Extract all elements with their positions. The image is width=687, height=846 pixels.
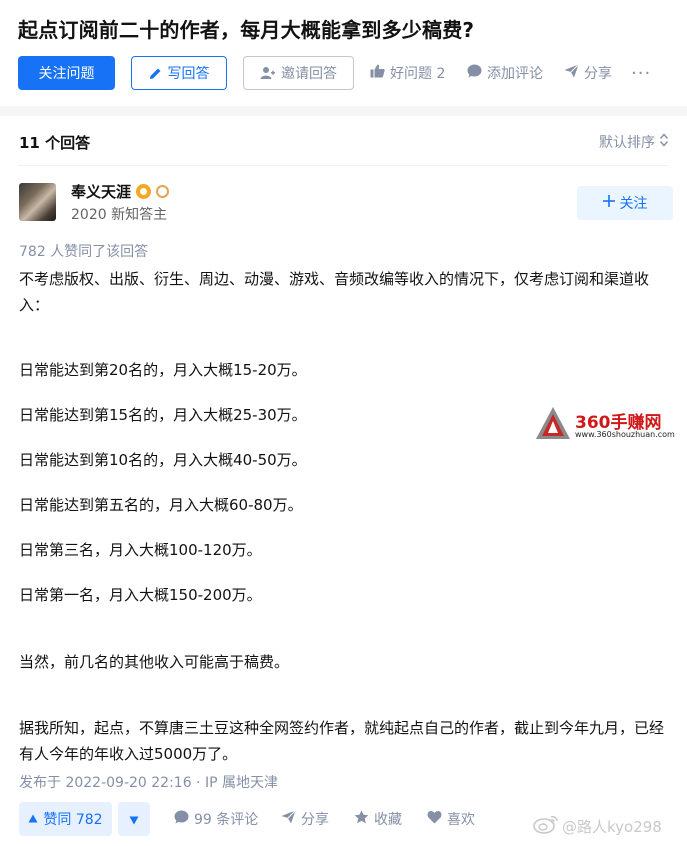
answer-card: 11 个回答 默认排序 奉义天涯 2020 新知答主 关注 782 人赞同了该回… [0, 116, 687, 846]
answer-paragraph: 日常能达到第五名的，月入大概60-80万。 [19, 496, 303, 514]
publish-time: 发布于 2022-09-20 22:16 · IP 属地天津 [19, 775, 278, 791]
invite-user-icon [260, 66, 275, 80]
good-question-button[interactable]: 好问题 2 [370, 56, 445, 90]
watermark-url: www.360shouzhuan.com [575, 430, 675, 439]
invite-answer-label: 邀请回答 [281, 66, 337, 82]
follow-question-button[interactable]: 关注问题 [18, 56, 115, 90]
favorite-label: 收藏 [374, 812, 402, 828]
write-answer-label: 写回答 [167, 66, 210, 82]
answer-paragraph: 据我所知，起点，不算唐三土豆这种全网签约作者，就纯起点自己的作者，截止到今年九月… [19, 719, 665, 763]
add-comment-label: 添加评论 [487, 66, 543, 82]
ring-badge-icon [156, 185, 170, 198]
vote-down-button[interactable] [118, 802, 150, 836]
answer-paragraph: 日常第一名，月入大概150-200万。 [19, 586, 262, 604]
weibo-watermark: @路人kyo298 [533, 814, 662, 838]
divider [18, 165, 669, 166]
comment-bubble-icon [467, 64, 482, 82]
heart-icon [427, 810, 442, 828]
author-tag: 2020 新知答主 [71, 207, 168, 223]
answer-paragraph: 日常第三名，月入大概100-120万。 [19, 541, 262, 559]
more-menu-button[interactable]: ··· [631, 56, 651, 90]
triangle-down-icon [129, 810, 139, 829]
avatar[interactable] [19, 183, 56, 221]
share-answer-button[interactable]: 分享 [281, 802, 329, 836]
author-name[interactable]: 奉义天涯 [71, 181, 131, 202]
comment-bubble-icon [174, 810, 189, 828]
star-icon [354, 810, 369, 828]
weibo-icon [533, 814, 559, 838]
plus-icon [602, 195, 615, 211]
invite-answer-button[interactable]: 邀请回答 [243, 56, 354, 90]
answer-paragraph: 日常能达到第20名的，月入大概15-20万。 [19, 361, 307, 379]
answer-count: 11 个回答 [19, 134, 91, 152]
comments-button[interactable]: 99 条评论 [174, 802, 258, 836]
thumb-up-icon [370, 64, 385, 82]
follow-question-label: 关注问题 [38, 66, 95, 82]
sort-arrows-icon [659, 133, 669, 151]
share-answer-label: 分享 [301, 812, 329, 828]
sort-dropdown[interactable]: 默认排序 [599, 132, 669, 152]
favorite-button[interactable]: 收藏 [354, 802, 402, 836]
gold-badge-icon [136, 184, 152, 199]
comments-label: 99 条评论 [194, 812, 259, 828]
answer-paragraph: 不考虑版权、出版、衍生、周边、动漫、游戏、音频改编等收入的情况下，仅考虑订阅和渠… [19, 270, 650, 314]
follow-author-label: 关注 [619, 196, 648, 212]
share-arrow-icon [281, 810, 296, 828]
author-info: 奉义天涯 [71, 181, 170, 202]
more-dots-icon: ··· [631, 62, 652, 84]
site-watermark: 360手赚网 www.360shouzhuan.com [535, 406, 685, 446]
vote-up-button[interactable]: 赞同 782 [19, 802, 112, 836]
pencil-icon [149, 67, 162, 80]
watermark-logo-icon [536, 407, 570, 439]
good-question-label: 好问题 2 [390, 66, 446, 82]
triangle-up-icon [28, 811, 38, 827]
write-answer-button[interactable]: 写回答 [131, 56, 227, 90]
like-label: 喜欢 [447, 812, 475, 828]
share-arrow-icon [564, 64, 579, 82]
question-title: 起点订阅前二十的作者，每月大概能拿到多少稿费? [18, 18, 475, 42]
weibo-handle: @路人kyo298 [562, 817, 662, 836]
add-comment-button[interactable]: 添加评论 [467, 56, 543, 90]
follow-author-button[interactable]: 关注 [577, 186, 673, 220]
vote-up-label: 赞同 782 [43, 812, 103, 828]
question-header: 起点订阅前二十的作者，每月大概能拿到多少稿费? 关注问题 写回答 邀请回答 好问… [0, 0, 687, 106]
share-question-button[interactable]: 分享 [564, 56, 612, 90]
answer-paragraph: 日常能达到第10名的，月入大概40-50万。 [19, 451, 307, 469]
sort-label: 默认排序 [599, 135, 655, 151]
like-button[interactable]: 喜欢 [427, 802, 475, 836]
vote-summary: 782 人赞同了该回答 [19, 244, 149, 260]
answer-paragraph: 当然，前几名的其他收入可能高于稿费。 [19, 653, 290, 671]
share-question-label: 分享 [584, 66, 612, 82]
